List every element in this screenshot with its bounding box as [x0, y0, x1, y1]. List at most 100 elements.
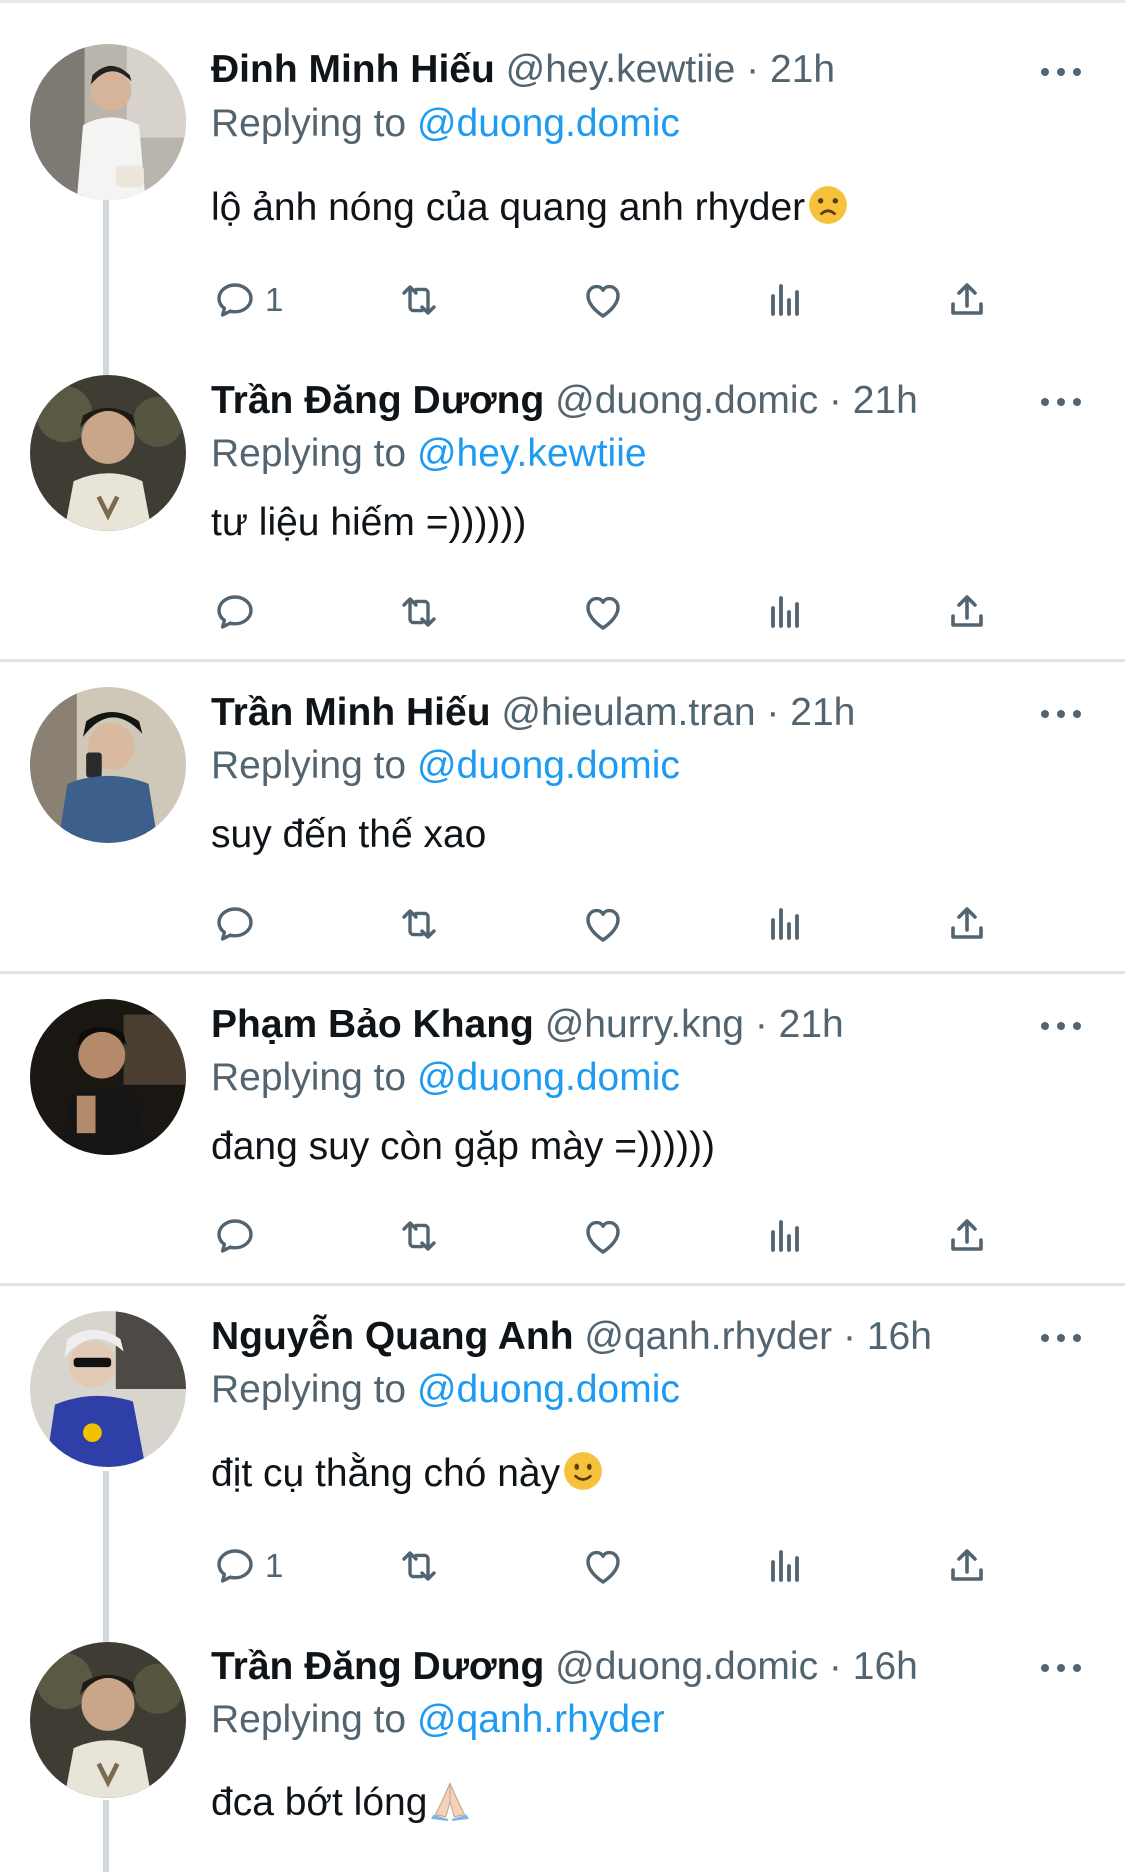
tweet-text-content: tư liệu hiếm =)))))) — [211, 501, 527, 544]
retweet-icon — [402, 1551, 436, 1581]
share-icon — [951, 1219, 983, 1251]
tweet-header: Trần Đăng Dương @duong.domic · 16h — [211, 1643, 918, 1691]
tweet-text-content: địt cụ thằng chó này — [211, 1452, 561, 1495]
timestamp[interactable]: 16h — [853, 1645, 918, 1688]
more-icon[interactable] — [1041, 704, 1081, 724]
tweet-header: Nguyễn Quang Anh @qanh.rhyder · 16h — [211, 1313, 932, 1361]
tweet-text-content: đca bớt lóng — [211, 1781, 428, 1824]
more-icon[interactable] — [1041, 1658, 1081, 1678]
share-icon — [951, 907, 983, 939]
analytics-icon — [771, 908, 799, 940]
retweet-button[interactable] — [395, 1206, 443, 1266]
avatar[interactable] — [30, 1642, 186, 1798]
like-button[interactable] — [579, 582, 627, 642]
author-name[interactable]: Trần Minh Hiếu — [211, 691, 491, 734]
tweet-text-content: đang suy còn gặp mày =)))))) — [211, 1125, 715, 1168]
avatar[interactable] — [30, 375, 186, 531]
replying-prefix: Replying to — [211, 102, 417, 145]
retweet-icon — [402, 1221, 436, 1251]
reply-button[interactable]: 1 — [211, 1536, 283, 1596]
avatar[interactable] — [30, 687, 186, 843]
action-bar — [0, 582, 1125, 642]
share-button[interactable] — [943, 894, 991, 954]
author-name[interactable]: Nguyễn Quang Anh — [211, 1315, 574, 1358]
views-button[interactable] — [761, 1206, 809, 1266]
author-handle[interactable]: @duong.domic — [555, 1645, 818, 1688]
reply-button[interactable] — [211, 1206, 265, 1266]
author-handle[interactable]: @duong.domic — [555, 379, 818, 422]
replying-mention[interactable]: @duong.domic — [417, 1056, 680, 1099]
author-handle[interactable]: @qanh.rhyder — [584, 1315, 832, 1358]
reply-icon — [217, 907, 253, 941]
separator-dot: · — [828, 1645, 842, 1688]
separator-dot: · — [766, 691, 780, 734]
tweet-text: đang suy còn gặp mày =)))))) — [211, 1122, 715, 1172]
share-button[interactable] — [943, 270, 991, 330]
views-button[interactable] — [761, 582, 809, 642]
avatar[interactable] — [30, 999, 186, 1155]
heart-icon — [586, 1550, 620, 1584]
avatar[interactable] — [30, 1311, 186, 1467]
replying-prefix: Replying to — [211, 1056, 417, 1099]
share-icon — [951, 283, 983, 315]
views-button[interactable] — [761, 894, 809, 954]
top-divider — [0, 0, 1125, 3]
retweet-button[interactable] — [395, 270, 443, 330]
retweet-button[interactable] — [395, 582, 443, 642]
share-button[interactable] — [943, 1206, 991, 1266]
views-button[interactable] — [761, 1536, 809, 1596]
replying-mention[interactable]: @duong.domic — [417, 1368, 680, 1411]
tweet-text-content: lộ ảnh nóng của quang anh rhyder — [211, 186, 806, 229]
author-name[interactable]: Đinh Minh Hiếu — [211, 48, 495, 91]
like-button[interactable] — [579, 1536, 627, 1596]
retweet-button[interactable] — [395, 894, 443, 954]
timestamp[interactable]: 21h — [790, 691, 855, 734]
reply-button[interactable]: 1 — [211, 270, 283, 330]
tweet-separator — [0, 1283, 1125, 1286]
reply-button[interactable] — [211, 582, 265, 642]
more-icon[interactable] — [1041, 1016, 1081, 1036]
views-button[interactable] — [761, 270, 809, 330]
timestamp[interactable]: 21h — [770, 48, 835, 91]
action-bar — [0, 894, 1125, 954]
avatar-photo-icon — [30, 687, 186, 843]
more-icon[interactable] — [1041, 62, 1081, 82]
like-button[interactable] — [579, 270, 627, 330]
more-icon[interactable] — [1041, 1328, 1081, 1348]
analytics-icon — [771, 1550, 799, 1582]
more-icon[interactable] — [1041, 392, 1081, 412]
tweet-separator — [0, 659, 1125, 662]
replying-mention[interactable]: @duong.domic — [417, 102, 680, 145]
share-button[interactable] — [943, 582, 991, 642]
separator-dot: · — [746, 48, 760, 91]
replying-to: Replying to @duong.domic — [211, 1366, 680, 1414]
replying-mention[interactable]: @hey.kewtiie — [417, 432, 647, 475]
replying-mention[interactable]: @qanh.rhyder — [417, 1698, 665, 1741]
like-button[interactable] — [579, 1206, 627, 1266]
reply-button[interactable] — [211, 894, 265, 954]
timestamp[interactable]: 21h — [779, 1003, 844, 1046]
analytics-icon — [771, 1220, 799, 1252]
timestamp[interactable]: 16h — [867, 1315, 932, 1358]
author-handle[interactable]: @hey.kewtiie — [506, 48, 736, 91]
author-handle[interactable]: @hieulam.tran — [501, 691, 755, 734]
action-bar: 1 — [0, 270, 1125, 330]
retweet-button[interactable] — [395, 1536, 443, 1596]
author-name[interactable]: Trần Đăng Dương — [211, 379, 544, 422]
share-button[interactable] — [943, 1536, 991, 1596]
author-handle[interactable]: @hurry.kng — [545, 1003, 744, 1046]
replying-prefix: Replying to — [211, 1698, 417, 1741]
heart-icon — [586, 908, 620, 942]
thread-line — [103, 1800, 109, 1872]
replying-mention[interactable]: @duong.domic — [417, 744, 680, 787]
reply-icon — [217, 1219, 253, 1253]
author-name[interactable]: Phạm Bảo Khang — [211, 1003, 534, 1046]
like-button[interactable] — [579, 894, 627, 954]
share-icon — [951, 595, 983, 627]
avatar[interactable] — [30, 44, 186, 200]
reply-icon — [217, 595, 253, 629]
heart-icon — [586, 1220, 620, 1254]
timestamp[interactable]: 21h — [853, 379, 918, 422]
retweet-icon — [402, 909, 436, 939]
author-name[interactable]: Trần Đăng Dương — [211, 1645, 544, 1688]
